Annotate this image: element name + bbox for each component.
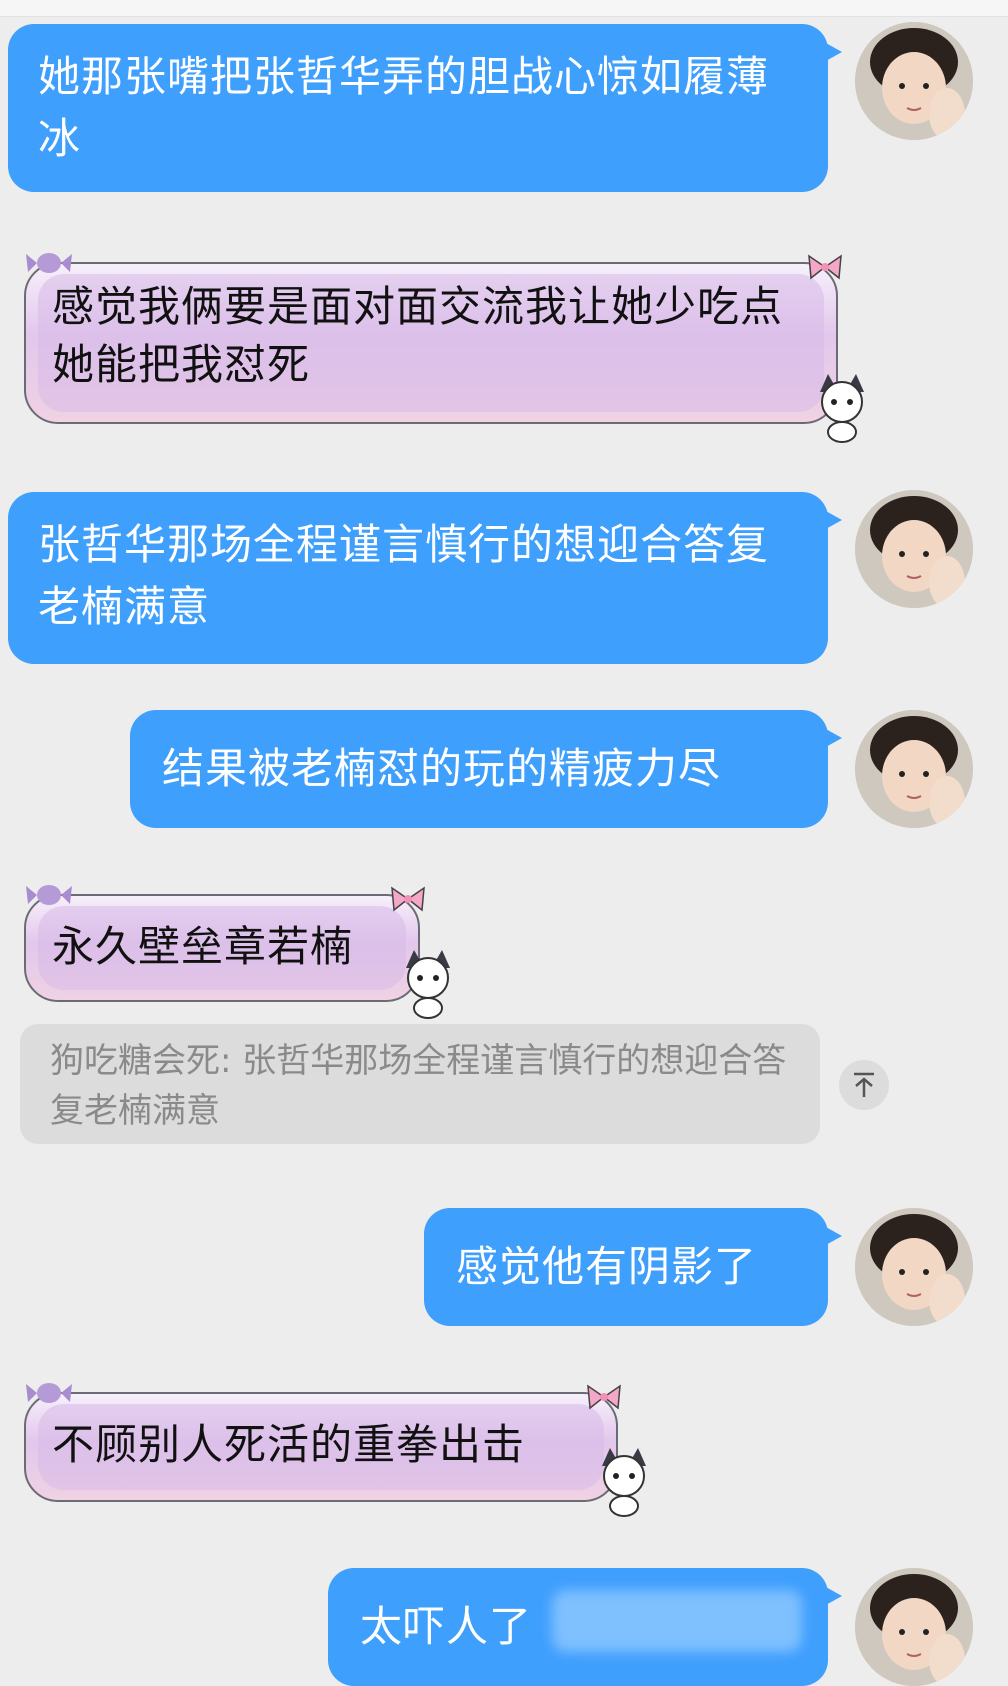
candy-icon	[26, 1383, 72, 1403]
message-text: 永久壁垒章若楠	[52, 922, 354, 971]
candy-icon	[26, 253, 72, 273]
bow-icon	[808, 254, 842, 280]
redacted-blur	[552, 1590, 802, 1652]
message-bubble-outgoing[interactable]: 感觉他有阴影了	[424, 1208, 842, 1326]
message-text: 感觉他有阴影了	[456, 1242, 758, 1291]
bubble-tail	[824, 510, 842, 530]
bow-icon	[587, 1384, 621, 1410]
message-bubble-outgoing[interactable]: 她那张嘴把张哲华弄的胆战心惊如履薄冰	[8, 24, 842, 192]
kuromi-sticker-icon	[602, 1448, 646, 1517]
message-bubble-outgoing[interactable]: 太吓人了	[328, 1568, 842, 1686]
bubble-tail	[824, 1586, 842, 1606]
scroll-to-quote-button[interactable]	[839, 1060, 889, 1110]
kuromi-sticker-icon	[820, 374, 864, 443]
avatar[interactable]	[855, 490, 973, 608]
message-bubble-outgoing[interactable]: 张哲华那场全程谨言慎行的想迎合答复老楠满意	[8, 492, 842, 664]
bubble-tail	[824, 728, 842, 748]
bow-icon	[391, 886, 425, 912]
message-text: 结果被老楠怼的玩的精疲力尽	[162, 744, 722, 793]
quoted-text: 狗吃糖会死: 张哲华那场全程谨言慎行的想迎合答复老楠满意	[50, 1041, 787, 1131]
top-status-divider	[0, 0, 1008, 17]
kuromi-sticker-icon	[406, 950, 450, 1019]
message-text: 张哲华那场全程谨言慎行的想迎合答复老楠满意	[38, 520, 770, 631]
bubble-tail	[824, 42, 842, 62]
message-bubble-incoming-decorated[interactable]: 永久壁垒章若楠	[24, 894, 420, 1002]
avatar[interactable]	[855, 1568, 973, 1686]
message-text: 不顾别人死活的重拳出击	[52, 1420, 526, 1469]
candy-icon	[26, 885, 72, 905]
quoted-reply-preview[interactable]: 狗吃糖会死: 张哲华那场全程谨言慎行的想迎合答复老楠满意	[20, 1024, 820, 1144]
message-text: 太吓人了	[360, 1602, 533, 1651]
message-bubble-incoming-decorated[interactable]: 不顾别人死活的重拳出击	[24, 1392, 618, 1502]
avatar[interactable]	[855, 1208, 973, 1326]
message-bubble-outgoing[interactable]: 结果被老楠怼的玩的精疲力尽	[130, 710, 842, 828]
arrow-up-to-line-icon	[854, 1072, 874, 1097]
bubble-tail	[824, 1226, 842, 1246]
avatar[interactable]	[855, 710, 973, 828]
message-text: 她那张嘴把张哲华弄的胆战心惊如履薄冰	[38, 52, 770, 163]
avatar[interactable]	[855, 22, 973, 140]
message-bubble-incoming-decorated[interactable]: 感觉我俩要是面对面交流我让她少吃点她能把我怼死	[24, 262, 838, 424]
